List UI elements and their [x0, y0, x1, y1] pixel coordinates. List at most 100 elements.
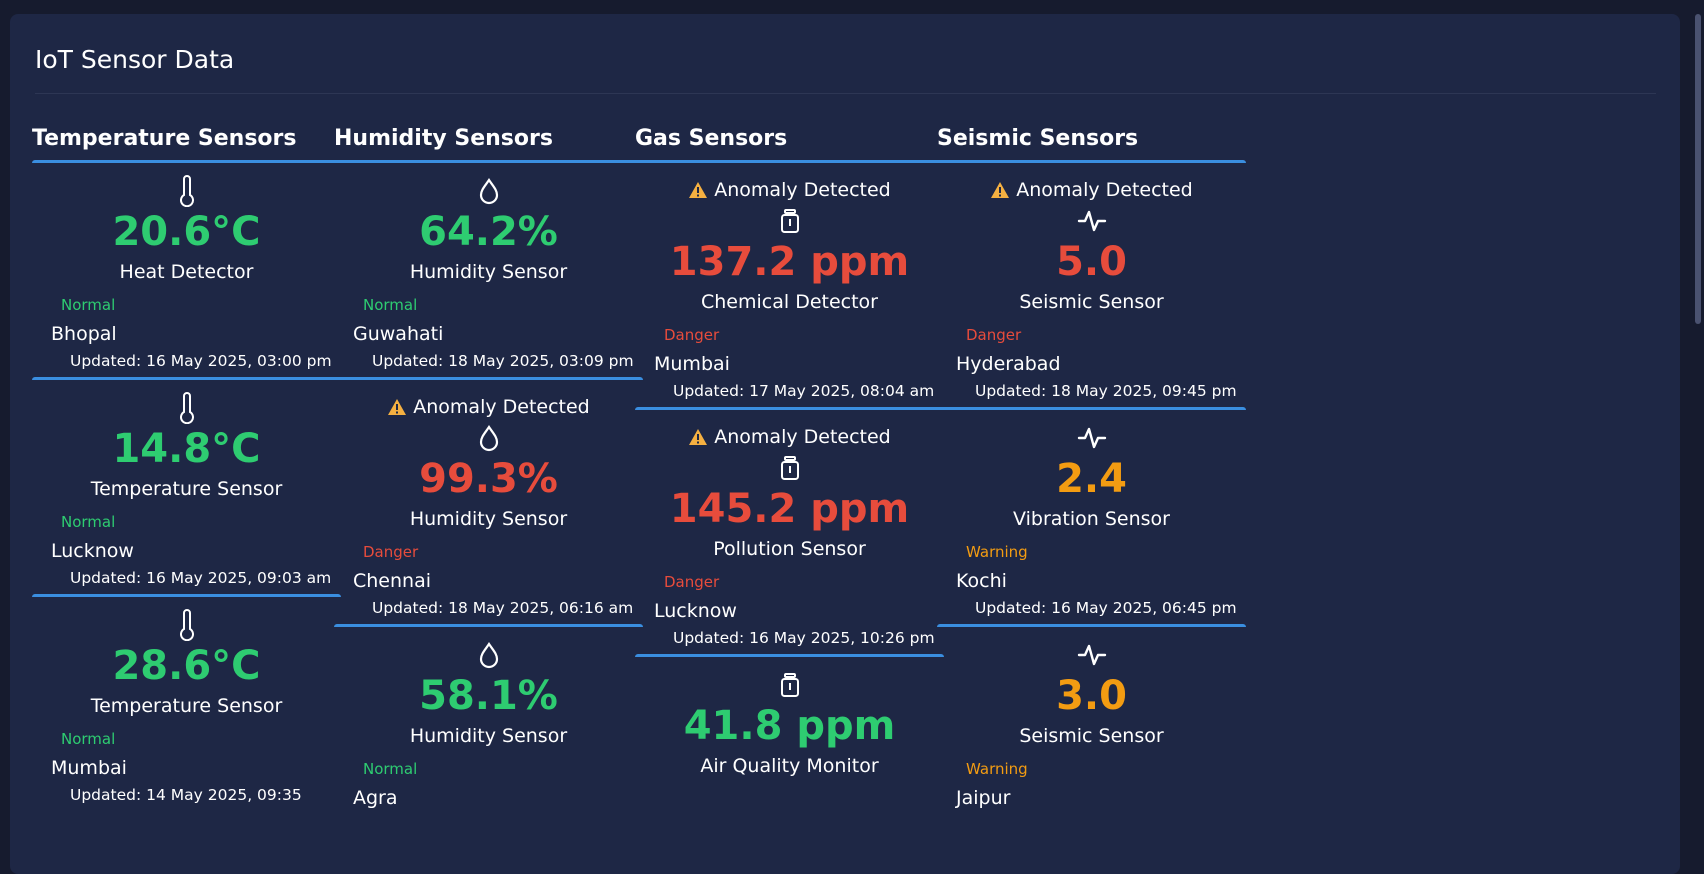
sensor-value: 3.0	[1056, 673, 1127, 719]
sensor-value: 5.0	[1056, 239, 1127, 285]
sensor-name: Seismic Sensor	[1019, 291, 1164, 313]
anomaly-text: Anomaly Detected	[714, 426, 891, 448]
warning-icon	[990, 181, 1010, 199]
scrollbar-thumb[interactable]	[1695, 14, 1701, 324]
sensor-card[interactable]: 28.6°C Temperature Sensor Normal Mumbai Upda…	[32, 594, 341, 811]
status-badge: Danger	[363, 543, 419, 561]
column-title: Temperature Sensors	[32, 126, 297, 151]
sensor-card[interactable]: 20.6°C Heat Detector Normal Bhopal Updated: …	[32, 160, 341, 377]
warning-icon	[688, 181, 708, 199]
sensor-card[interactable]: 58.1% Humidity Sensor Normal Agra	[334, 624, 643, 813]
updated-timestamp: Updated: 16 May 2025, 06:45 pm	[975, 599, 1237, 617]
sensor-card[interactable]: 14.8°C Temperature Sensor Normal Lucknow Upd…	[32, 377, 341, 594]
status-badge: Normal	[61, 296, 116, 314]
status-badge: Danger	[664, 573, 720, 591]
status-badge: Warning	[966, 543, 1028, 561]
updated-timestamp: Updated: 16 May 2025, 09:03 am	[70, 569, 332, 587]
column-title: Seismic Sensors	[937, 126, 1139, 151]
anomaly-text: Anomaly Detected	[1016, 179, 1193, 201]
updated-timestamp: Updated: 16 May 2025, 03:00 pm	[70, 352, 332, 370]
sensor-card[interactable]: 41.8 ppm Air Quality Monitor	[635, 654, 944, 781]
sensor-name: Vibration Sensor	[1013, 508, 1170, 530]
sensor-name: Air Quality Monitor	[700, 755, 879, 777]
sensor-location: Agra	[353, 787, 398, 809]
pulse-icon	[937, 422, 1246, 454]
sensor-column: Humidity Sensors 64.2% Humidity Sensor Norm…	[334, 124, 643, 813]
sensor-value: 41.8 ppm	[683, 703, 896, 749]
status-badge: Normal	[61, 730, 116, 748]
updated-timestamp: Updated: 18 May 2025, 09:45 pm	[975, 382, 1237, 400]
sensor-name: Temperature Sensor	[90, 478, 283, 500]
sensor-name: Heat Detector	[119, 261, 254, 283]
sensor-location: Mumbai	[654, 353, 730, 375]
sensor-name: Humidity Sensor	[409, 508, 568, 530]
gas-canister-icon	[635, 452, 944, 484]
status-badge: Danger	[664, 326, 720, 344]
sensor-value: 28.6°C	[112, 643, 261, 689]
sensor-card[interactable]: 2.4 Vibration Sensor Warning Kochi Updated: …	[937, 407, 1246, 624]
sensor-value: 137.2 ppm	[669, 239, 910, 285]
pulse-icon	[937, 639, 1246, 671]
sensor-panel: IoT Sensor Data Temperature Sensors 20.6°…	[10, 14, 1680, 874]
sensor-name: Seismic Sensor	[1019, 725, 1164, 747]
sensor-name: Humidity Sensor	[409, 261, 568, 283]
gas-canister-icon	[635, 669, 944, 701]
status-badge: Warning	[966, 760, 1028, 778]
anomaly-alert: Anomaly Detected	[334, 380, 643, 422]
status-badge: Normal	[61, 513, 116, 531]
warning-icon	[387, 398, 407, 416]
sensor-value: 58.1%	[419, 673, 558, 719]
sensor-name: Pollution Sensor	[713, 538, 866, 560]
updated-timestamp: Updated: 16 May 2025, 10:26 pm	[673, 629, 935, 647]
droplet-icon	[334, 422, 643, 454]
status-badge: Normal	[363, 296, 418, 314]
gas-canister-icon	[635, 205, 944, 237]
sensor-location: Bhopal	[51, 323, 117, 345]
thermometer-icon	[32, 392, 341, 424]
sensor-name: Temperature Sensor	[90, 695, 283, 717]
sensor-card[interactable]: Anomaly Detected 137.2 ppm Chemical Detect…	[635, 160, 944, 407]
divider	[35, 93, 1656, 94]
sensor-name: Chemical Detector	[701, 291, 878, 313]
sensor-column: Gas Sensors Anomaly Detected 137.2 ppm Chem…	[635, 124, 944, 781]
status-badge: Normal	[363, 760, 418, 778]
column-title: Gas Sensors	[635, 126, 788, 151]
sensor-value: 64.2%	[419, 209, 558, 255]
anomaly-text: Anomaly Detected	[413, 396, 590, 418]
sensor-card[interactable]: Anomaly Detected 145.2 ppm Pollution Senso…	[635, 407, 944, 654]
sensor-value: 145.2 ppm	[669, 486, 910, 532]
updated-timestamp: Updated: 18 May 2025, 06:16 am	[372, 599, 634, 617]
sensor-location: Lucknow	[51, 540, 134, 562]
sensor-card[interactable]: 64.2% Humidity Sensor Normal Guwahati Update…	[334, 160, 643, 377]
warning-icon	[688, 428, 708, 446]
scrollbar[interactable]	[1690, 0, 1704, 852]
status-badge: Danger	[966, 326, 1022, 344]
sensor-location: Guwahati	[353, 323, 444, 345]
anomaly-text: Anomaly Detected	[714, 179, 891, 201]
page-title: IoT Sensor Data	[35, 45, 235, 74]
sensor-card[interactable]: Anomaly Detected 5.0 Seismic Sensor Danger H…	[937, 160, 1246, 407]
sensor-location: Mumbai	[51, 757, 127, 779]
sensor-name: Humidity Sensor	[409, 725, 568, 747]
sensor-location: Jaipur	[956, 787, 1011, 809]
column-title: Humidity Sensors	[334, 126, 553, 151]
updated-timestamp: Updated: 14 May 2025, 09:35	[70, 786, 302, 804]
sensor-card[interactable]: Anomaly Detected 99.3% Humidity Sensor Dang…	[334, 377, 643, 624]
sensor-column: Temperature Sensors 20.6°C Heat Detector No…	[32, 124, 341, 811]
sensor-location: Lucknow	[654, 600, 737, 622]
droplet-icon	[334, 639, 643, 671]
droplet-icon	[334, 175, 643, 207]
thermometer-icon	[32, 175, 341, 207]
sensor-card[interactable]: 3.0 Seismic Sensor Warning Jaipur	[937, 624, 1246, 813]
sensor-location: Hyderabad	[956, 353, 1061, 375]
anomaly-alert: Anomaly Detected	[635, 163, 944, 205]
pulse-icon	[937, 205, 1246, 237]
updated-timestamp: Updated: 18 May 2025, 03:09 pm	[372, 352, 634, 370]
thermometer-icon	[32, 609, 341, 641]
sensor-value: 2.4	[1056, 456, 1127, 502]
sensor-column: Seismic Sensors Anomaly Detected 5.0 Seismi…	[937, 124, 1246, 813]
sensor-value: 99.3%	[419, 456, 558, 502]
sensor-location: Kochi	[956, 570, 1007, 592]
updated-timestamp: Updated: 17 May 2025, 08:04 am	[673, 382, 935, 400]
anomaly-alert: Anomaly Detected	[937, 163, 1246, 205]
